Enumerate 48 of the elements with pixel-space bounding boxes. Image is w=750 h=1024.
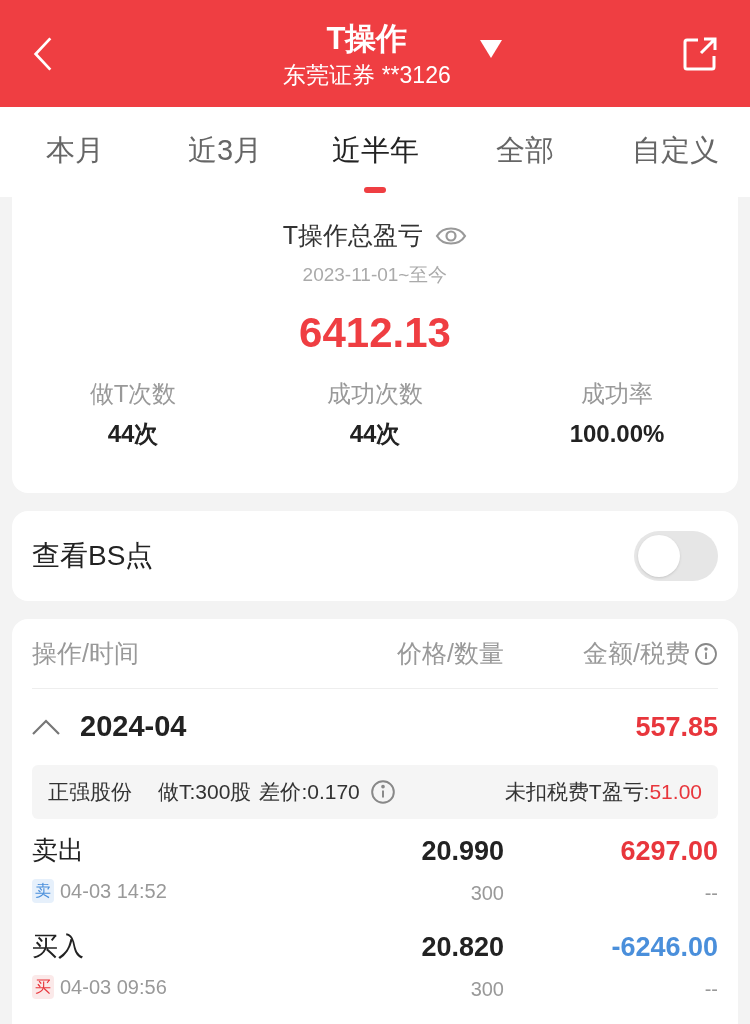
dropdown-icon[interactable]	[478, 38, 503, 59]
month-label: 2024-04	[80, 709, 188, 745]
trade-action: 卖出	[32, 834, 85, 867]
stock-name: 正强股份	[48, 779, 132, 806]
total-profit: 6412.13	[299, 308, 451, 358]
period-tab[interactable]: 全部	[460, 107, 590, 197]
period-tab[interactable]: 本月	[10, 107, 140, 197]
bs-toggle-switch[interactable]	[634, 531, 718, 581]
period-tab[interactable]: 近半年	[310, 107, 440, 197]
stat-label: 成功率	[581, 379, 653, 409]
summary-title: T操作总盈亏	[282, 220, 424, 251]
trade-price: 20.820	[421, 931, 504, 964]
trade-time: 04-03 09:56	[60, 975, 167, 1000]
bs-toggle-label: 查看BS点	[32, 539, 154, 573]
page-title: T操作	[326, 19, 408, 58]
collapse-chevron-icon[interactable]	[32, 719, 60, 735]
column-header: 价格/数量	[396, 637, 504, 669]
stat-value: 44次	[107, 419, 159, 449]
share-icon[interactable]	[682, 35, 718, 72]
trade-action: 买入	[32, 930, 85, 963]
stat-value: 100.00%	[569, 419, 665, 449]
pretax-profit-label: 未扣税费T盈亏:	[504, 779, 650, 806]
period-tab[interactable]: 自定义	[610, 107, 740, 197]
info-icon[interactable]	[369, 779, 396, 805]
period-range: 2023-11-01~至今	[302, 262, 448, 287]
trade-time: 04-03 14:52	[60, 879, 167, 904]
trade-quantity: 300	[470, 976, 504, 1002]
account-subtitle: 东莞证券 **3126	[283, 60, 451, 90]
stat-label: 做T次数	[89, 379, 177, 409]
price-spread: 差价:0.170	[259, 779, 360, 806]
trade-price: 20.990	[421, 835, 504, 868]
info-icon[interactable]	[694, 641, 718, 666]
column-header: 操作/时间	[32, 637, 140, 669]
column-header: 金额/税费	[583, 637, 690, 669]
trade-fee: --	[704, 976, 718, 1002]
pretax-profit: 51.00	[649, 779, 702, 806]
stat-value: 44次	[349, 419, 401, 449]
month-total: 557.85	[635, 710, 718, 744]
trade-amount: 6297.00	[620, 835, 718, 868]
trade-type-badge: 卖	[32, 879, 54, 903]
period-tab[interactable]: 近3月	[160, 107, 290, 197]
trade-type-badge: 买	[32, 975, 54, 999]
trade-amount: -6246.00	[611, 931, 718, 964]
trade-quantity: 300	[470, 880, 504, 906]
eye-icon[interactable]	[435, 224, 468, 247]
t-shares: 做T:300股	[158, 779, 252, 806]
stat-label: 成功次数	[327, 379, 423, 409]
trade-fee: --	[704, 880, 718, 906]
